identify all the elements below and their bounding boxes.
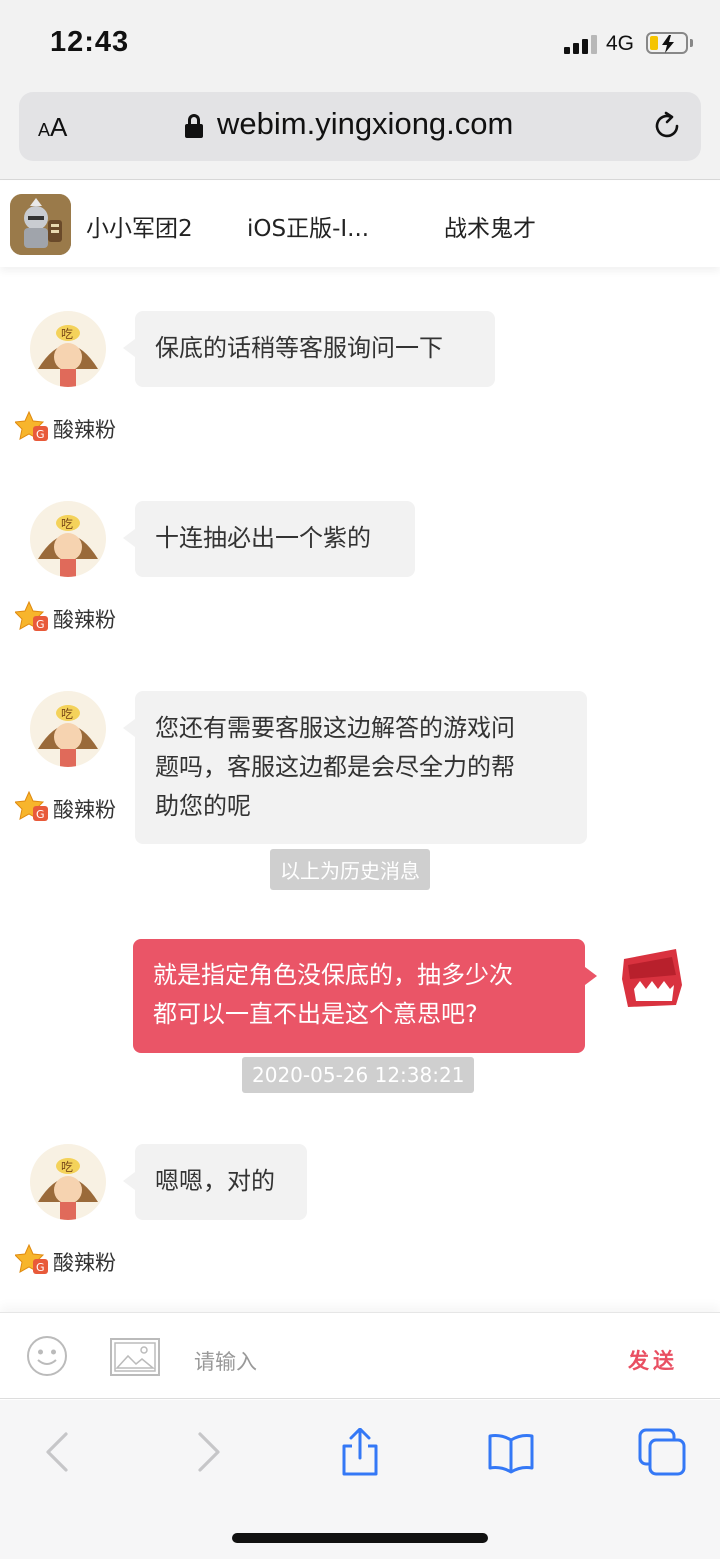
svg-text:G: G <box>36 618 45 631</box>
message-bubble: 保底的话稍等客服询问一下 <box>123 311 495 387</box>
svg-text:G: G <box>36 808 45 821</box>
signal-icon <box>564 34 598 54</box>
chat-header: 小小军团2 iOS正版-I... 战术鬼才 <box>0 181 720 267</box>
svg-text:吃: 吃 <box>61 1160 73 1174</box>
game-icon <box>10 194 71 255</box>
vip-badge-icon: G <box>15 790 48 821</box>
home-indicator <box>232 1533 488 1543</box>
message-timestamp: 2020-05-26 12:38:21 <box>242 1057 475 1093</box>
text-size-button[interactable]: AA <box>38 112 67 143</box>
svg-text:吃: 吃 <box>61 517 73 531</box>
browser-address-area: AA webim.yingxiong.com <box>0 88 720 180</box>
message-input[interactable]: 请输入 <box>194 1346 257 1376</box>
share-icon[interactable] <box>336 1428 384 1476</box>
message-bubble: 十连抽必出一个紫的 <box>123 501 415 577</box>
svg-text:G: G <box>36 1261 45 1274</box>
emoji-icon[interactable] <box>26 1335 68 1377</box>
image-icon[interactable] <box>110 1338 160 1376</box>
vip-badge-icon: G <box>15 1243 48 1274</box>
battery-icon <box>646 32 688 54</box>
message-input-bar: 请输入 发送 <box>0 1312 720 1399</box>
svg-text:吃: 吃 <box>61 327 73 341</box>
status-bar: 12:43 4G <box>0 0 720 88</box>
agent-name: 战术鬼才 <box>444 216 536 242</box>
bookmarks-icon[interactable] <box>487 1428 535 1476</box>
status-time: 12:43 <box>50 26 130 58</box>
network-type: 4G <box>606 32 635 55</box>
browser-toolbar <box>0 1400 720 1559</box>
agent-avatar: 吃 <box>30 501 106 577</box>
address-bar[interactable]: AA webim.yingxiong.com <box>19 92 701 161</box>
message-bubble: 您还有需要客服这边解答的游戏问 题吗，客服这边都是会尽全力的帮 助您的呢 <box>123 691 587 844</box>
history-divider: 以上为历史消息 <box>270 849 430 890</box>
user-message-bubble: 就是指定角色没保底的，抽多少次 都可以一直不出是这个意思吧? <box>133 939 597 1053</box>
lock-icon <box>185 114 203 138</box>
vip-badge-icon: G <box>15 410 48 441</box>
send-button[interactable]: 发送 <box>628 1345 678 1375</box>
svg-text:G: G <box>36 428 45 441</box>
back-icon[interactable] <box>34 1428 82 1476</box>
reload-icon[interactable] <box>651 110 683 142</box>
tabs-icon[interactable] <box>638 1428 686 1476</box>
message-bubble: 嗯嗯，对的 <box>123 1144 307 1220</box>
agent-avatar: 吃 <box>30 1144 106 1220</box>
game-name: 小小军团2 <box>86 216 193 242</box>
svg-text:吃: 吃 <box>61 707 73 721</box>
forward-icon[interactable] <box>184 1428 232 1476</box>
user-avatar <box>618 945 686 1013</box>
agent-avatar: 吃 <box>30 311 106 387</box>
url-text[interactable]: webim.yingxiong.com <box>217 106 513 142</box>
platform-label: iOS正版-I... <box>247 216 370 242</box>
agent-avatar: 吃 <box>30 691 106 767</box>
vip-badge-icon: G <box>15 600 48 631</box>
